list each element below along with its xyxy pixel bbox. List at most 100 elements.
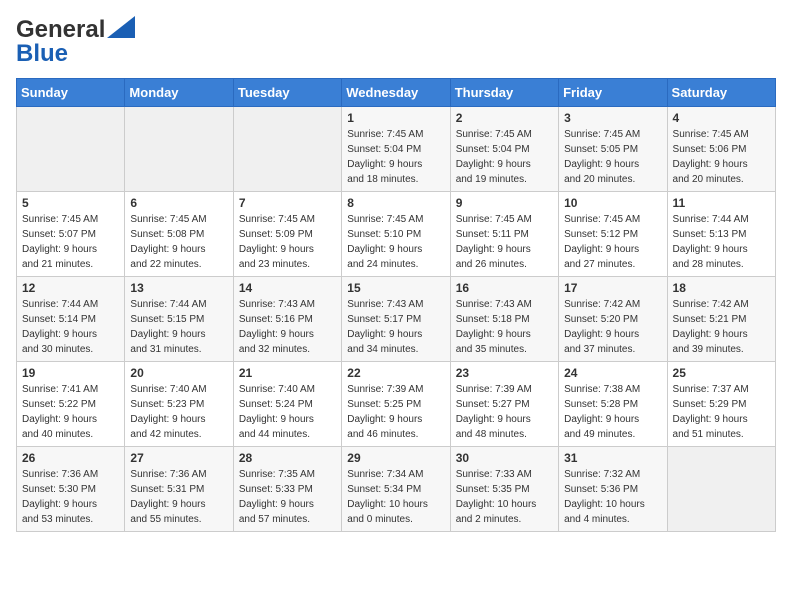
- calendar-cell: 9 Sunrise: 7:45 AM Sunset: 5:11 PM Daylig…: [450, 192, 558, 277]
- day-number: 16: [456, 281, 553, 295]
- day-number: 28: [239, 451, 336, 465]
- day-number: 18: [673, 281, 770, 295]
- calendar-week-row: 26Sunrise: 7:36 AM Sunset: 5:30 PM Dayli…: [17, 447, 776, 532]
- calendar-cell: 2 Sunrise: 7:45 AM Sunset: 5:04 PM Daylig…: [450, 107, 558, 192]
- day-number: 27: [130, 451, 227, 465]
- calendar-cell: 28Sunrise: 7:35 AM Sunset: 5:33 PM Dayli…: [233, 447, 341, 532]
- logo: General Blue: [16, 16, 135, 68]
- weekday-header: Friday: [559, 79, 667, 107]
- calendar-cell: 30Sunrise: 7:33 AM Sunset: 5:35 PM Dayli…: [450, 447, 558, 532]
- calendar-cell: 7Sunrise: 7:45 AM Sunset: 5:09 PM Daylig…: [233, 192, 341, 277]
- day-number: 5: [22, 196, 119, 210]
- day-info: Sunrise: 7:45 AM Sunset: 5:10 PM Dayligh…: [347, 212, 444, 272]
- day-info: Sunrise: 7:45 AM Sunset: 5:12 PM Dayligh…: [564, 212, 661, 272]
- calendar-cell: 20 Sunrise: 7:40 AM Sunset: 5:23 PM Dayli…: [125, 362, 233, 447]
- day-info: Sunrise: 7:45 AM Sunset: 5:06 PM Dayligh…: [673, 127, 770, 187]
- day-info: Sunrise: 7:45 AM Sunset: 5:07 PM Dayligh…: [22, 212, 119, 272]
- day-number: 6: [130, 196, 227, 210]
- calendar-cell: 31 Sunrise: 7:32 AM Sunset: 5:36 PM Dayli…: [559, 447, 667, 532]
- day-info: Sunrise: 7:39 AM Sunset: 5:27 PM Dayligh…: [456, 382, 553, 442]
- day-info: Sunrise: 7:41 AM Sunset: 5:22 PM Dayligh…: [22, 382, 119, 442]
- calendar-cell: 13 Sunrise: 7:44 AM Sunset: 5:15 PM Dayli…: [125, 277, 233, 362]
- calendar-cell: 10 Sunrise: 7:45 AM Sunset: 5:12 PM Dayli…: [559, 192, 667, 277]
- calendar-cell: 5 Sunrise: 7:45 AM Sunset: 5:07 PM Daylig…: [17, 192, 125, 277]
- day-info: Sunrise: 7:45 AM Sunset: 5:08 PM Dayligh…: [130, 212, 227, 272]
- day-info: Sunrise: 7:32 AM Sunset: 5:36 PM Dayligh…: [564, 467, 661, 527]
- day-number: 13: [130, 281, 227, 295]
- calendar-cell: 4 Sunrise: 7:45 AM Sunset: 5:06 PM Daylig…: [667, 107, 775, 192]
- day-info: Sunrise: 7:45 AM Sunset: 5:11 PM Dayligh…: [456, 212, 553, 272]
- day-info: Sunrise: 7:45 AM Sunset: 5:05 PM Dayligh…: [564, 127, 661, 187]
- day-number: 29: [347, 451, 444, 465]
- logo-icon: [107, 16, 135, 38]
- day-number: 8: [347, 196, 444, 210]
- weekday-header: Saturday: [667, 79, 775, 107]
- calendar-cell: 26Sunrise: 7:36 AM Sunset: 5:30 PM Dayli…: [17, 447, 125, 532]
- calendar-cell: 11 Sunrise: 7:44 AM Sunset: 5:13 PM Dayli…: [667, 192, 775, 277]
- calendar-cell: 27 Sunrise: 7:36 AM Sunset: 5:31 PM Dayli…: [125, 447, 233, 532]
- calendar-cell: 3 Sunrise: 7:45 AM Sunset: 5:05 PM Daylig…: [559, 107, 667, 192]
- page: General Blue SundayMondayTuesdayWednesda…: [0, 0, 792, 548]
- header: General Blue: [16, 16, 776, 68]
- day-info: Sunrise: 7:43 AM Sunset: 5:16 PM Dayligh…: [239, 297, 336, 357]
- day-number: 19: [22, 366, 119, 380]
- day-info: Sunrise: 7:36 AM Sunset: 5:31 PM Dayligh…: [130, 467, 227, 527]
- day-number: 10: [564, 196, 661, 210]
- day-info: Sunrise: 7:45 AM Sunset: 5:04 PM Dayligh…: [347, 127, 444, 187]
- day-number: 1: [347, 111, 444, 125]
- calendar-week-row: 12Sunrise: 7:44 AM Sunset: 5:14 PM Dayli…: [17, 277, 776, 362]
- calendar-week-row: 1 Sunrise: 7:45 AM Sunset: 5:04 PM Daylig…: [17, 107, 776, 192]
- day-number: 23: [456, 366, 553, 380]
- day-info: Sunrise: 7:39 AM Sunset: 5:25 PM Dayligh…: [347, 382, 444, 442]
- calendar-cell: 24 Sunrise: 7:38 AM Sunset: 5:28 PM Dayli…: [559, 362, 667, 447]
- calendar-cell: 18Sunrise: 7:42 AM Sunset: 5:21 PM Dayli…: [667, 277, 775, 362]
- weekday-header: Tuesday: [233, 79, 341, 107]
- calendar-cell: 15Sunrise: 7:43 AM Sunset: 5:17 PM Dayli…: [342, 277, 450, 362]
- day-number: 31: [564, 451, 661, 465]
- day-info: Sunrise: 7:42 AM Sunset: 5:20 PM Dayligh…: [564, 297, 661, 357]
- calendar-cell: [17, 107, 125, 192]
- weekday-header: Monday: [125, 79, 233, 107]
- calendar-cell: [667, 447, 775, 532]
- calendar-cell: 14Sunrise: 7:43 AM Sunset: 5:16 PM Dayli…: [233, 277, 341, 362]
- day-number: 21: [239, 366, 336, 380]
- calendar-cell: 1 Sunrise: 7:45 AM Sunset: 5:04 PM Daylig…: [342, 107, 450, 192]
- calendar-cell: 22 Sunrise: 7:39 AM Sunset: 5:25 PM Dayli…: [342, 362, 450, 447]
- calendar-cell: 19 Sunrise: 7:41 AM Sunset: 5:22 PM Dayli…: [17, 362, 125, 447]
- day-info: Sunrise: 7:34 AM Sunset: 5:34 PM Dayligh…: [347, 467, 444, 527]
- day-info: Sunrise: 7:36 AM Sunset: 5:30 PM Dayligh…: [22, 467, 119, 527]
- weekday-header: Wednesday: [342, 79, 450, 107]
- calendar-cell: 12Sunrise: 7:44 AM Sunset: 5:14 PM Dayli…: [17, 277, 125, 362]
- day-info: Sunrise: 7:43 AM Sunset: 5:18 PM Dayligh…: [456, 297, 553, 357]
- calendar-cell: 25Sunrise: 7:37 AM Sunset: 5:29 PM Dayli…: [667, 362, 775, 447]
- calendar-header-row: SundayMondayTuesdayWednesdayThursdayFrid…: [17, 79, 776, 107]
- logo-text-blue: Blue: [16, 40, 68, 68]
- calendar-cell: 17 Sunrise: 7:42 AM Sunset: 5:20 PM Dayli…: [559, 277, 667, 362]
- calendar-cell: 29 Sunrise: 7:34 AM Sunset: 5:34 PM Dayli…: [342, 447, 450, 532]
- day-number: 20: [130, 366, 227, 380]
- calendar: SundayMondayTuesdayWednesdayThursdayFrid…: [16, 78, 776, 532]
- day-number: 25: [673, 366, 770, 380]
- day-info: Sunrise: 7:45 AM Sunset: 5:04 PM Dayligh…: [456, 127, 553, 187]
- day-number: 17: [564, 281, 661, 295]
- calendar-cell: 6 Sunrise: 7:45 AM Sunset: 5:08 PM Daylig…: [125, 192, 233, 277]
- day-info: Sunrise: 7:40 AM Sunset: 5:23 PM Dayligh…: [130, 382, 227, 442]
- day-info: Sunrise: 7:44 AM Sunset: 5:13 PM Dayligh…: [673, 212, 770, 272]
- weekday-header: Sunday: [17, 79, 125, 107]
- day-number: 9: [456, 196, 553, 210]
- day-info: Sunrise: 7:43 AM Sunset: 5:17 PM Dayligh…: [347, 297, 444, 357]
- day-number: 12: [22, 281, 119, 295]
- calendar-cell: 21 Sunrise: 7:40 AM Sunset: 5:24 PM Dayli…: [233, 362, 341, 447]
- day-number: 22: [347, 366, 444, 380]
- day-number: 11: [673, 196, 770, 210]
- day-number: 3: [564, 111, 661, 125]
- day-number: 4: [673, 111, 770, 125]
- day-number: 24: [564, 366, 661, 380]
- weekday-header: Thursday: [450, 79, 558, 107]
- day-number: 30: [456, 451, 553, 465]
- day-info: Sunrise: 7:40 AM Sunset: 5:24 PM Dayligh…: [239, 382, 336, 442]
- day-number: 2: [456, 111, 553, 125]
- day-info: Sunrise: 7:38 AM Sunset: 5:28 PM Dayligh…: [564, 382, 661, 442]
- day-number: 7: [239, 196, 336, 210]
- day-info: Sunrise: 7:44 AM Sunset: 5:15 PM Dayligh…: [130, 297, 227, 357]
